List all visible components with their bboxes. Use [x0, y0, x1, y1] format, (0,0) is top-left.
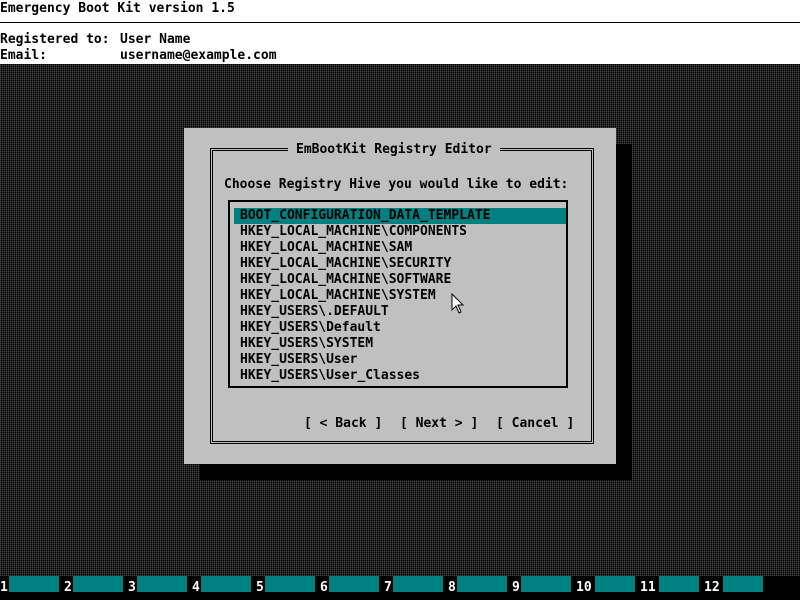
function-key-label-bar: [9, 576, 59, 592]
function-key-9[interactable]: 9: [512, 576, 576, 600]
hive-list-item[interactable]: HKEY_LOCAL_MACHINE\SOFTWARE: [234, 272, 566, 288]
function-key-10[interactable]: 10: [576, 576, 640, 600]
header-divider: [0, 22, 800, 23]
hive-list-item[interactable]: HKEY_USERS\User: [234, 352, 566, 368]
function-key-number: 3: [128, 580, 136, 595]
function-key-7[interactable]: 7: [384, 576, 448, 600]
function-key-number: 9: [512, 580, 520, 595]
hive-list-item[interactable]: HKEY_USERS\Default: [234, 320, 566, 336]
hive-list-item[interactable]: HKEY_LOCAL_MACHINE\SYSTEM: [234, 288, 566, 304]
registered-to-value: User Name: [120, 32, 191, 47]
hive-list-item[interactable]: HKEY_USERS\.DEFAULT: [234, 304, 566, 320]
function-key-number: 6: [320, 580, 328, 595]
function-key-6[interactable]: 6: [320, 576, 384, 600]
hive-list-item[interactable]: HKEY_LOCAL_MACHINE\SAM: [234, 240, 566, 256]
function-key-label-bar: [595, 576, 635, 592]
hive-list-item[interactable]: HKEY_USERS\User_Classes: [234, 368, 566, 384]
function-key-4[interactable]: 4: [192, 576, 256, 600]
registry-editor-dialog: EmBootKit Registry Editor Choose Registr…: [184, 128, 616, 464]
back-button[interactable]: [ < Back ]: [304, 416, 382, 432]
function-key-label-bar: [659, 576, 699, 592]
email-label: Email:: [0, 48, 47, 63]
function-key-number: 10: [576, 580, 592, 595]
function-key-12[interactable]: 12: [704, 576, 768, 600]
function-key-label-bar: [457, 576, 507, 592]
function-key-number: 8: [448, 580, 456, 595]
function-key-label-bar: [521, 576, 571, 592]
function-key-3[interactable]: 3: [128, 576, 192, 600]
registered-to-label: Registered to:: [0, 32, 110, 47]
function-key-5[interactable]: 5: [256, 576, 320, 600]
hive-list-item[interactable]: HKEY_USERS\SYSTEM: [234, 336, 566, 352]
function-key-label-bar: [329, 576, 379, 592]
hive-list-item[interactable]: BOOT_CONFIGURATION_DATA_TEMPLATE: [234, 208, 566, 224]
hive-list-item[interactable]: HKEY_LOCAL_MACHINE\SECURITY: [234, 256, 566, 272]
cancel-button[interactable]: [ Cancel ]: [496, 416, 574, 432]
next-button[interactable]: [ Next > ]: [400, 416, 478, 432]
function-key-number: 11: [640, 580, 656, 595]
function-key-label-bar: [137, 576, 187, 592]
function-key-11[interactable]: 11: [640, 576, 704, 600]
hive-list-item[interactable]: HKEY_LOCAL_MACHINE\COMPONENTS: [234, 224, 566, 240]
function-key-number: 5: [256, 580, 264, 595]
dialog-title: EmBootKit Registry Editor: [288, 142, 500, 158]
function-key-number: 7: [384, 580, 392, 595]
function-key-label-bar: [73, 576, 123, 592]
function-key-number: 1: [0, 580, 8, 595]
function-key-number: 4: [192, 580, 200, 595]
email-value: username@example.com: [120, 48, 277, 63]
function-key-label-bar: [265, 576, 315, 592]
dialog-prompt: Choose Registry Hive you would like to e…: [224, 177, 569, 192]
function-key-8[interactable]: 8: [448, 576, 512, 600]
function-key-label-bar: [393, 576, 443, 592]
hive-listbox[interactable]: BOOT_CONFIGURATION_DATA_TEMPLATE HKEY_LOC…: [228, 200, 568, 388]
function-key-label-bar: [723, 576, 763, 592]
function-key-label-bar: [201, 576, 251, 592]
mouse-pointer-icon: [451, 293, 465, 314]
function-key-number: 2: [64, 580, 72, 595]
header-bar: Emergency Boot Kit version 1.5 Registere…: [0, 0, 800, 64]
function-key-number: 12: [704, 580, 720, 595]
function-key-1[interactable]: 1: [0, 576, 64, 600]
app-title: Emergency Boot Kit version 1.5: [0, 1, 235, 16]
function-key-2[interactable]: 2: [64, 576, 128, 600]
function-key-bar: 1 2 3 4 5 6 7 8 9 10 11 12: [0, 576, 800, 600]
